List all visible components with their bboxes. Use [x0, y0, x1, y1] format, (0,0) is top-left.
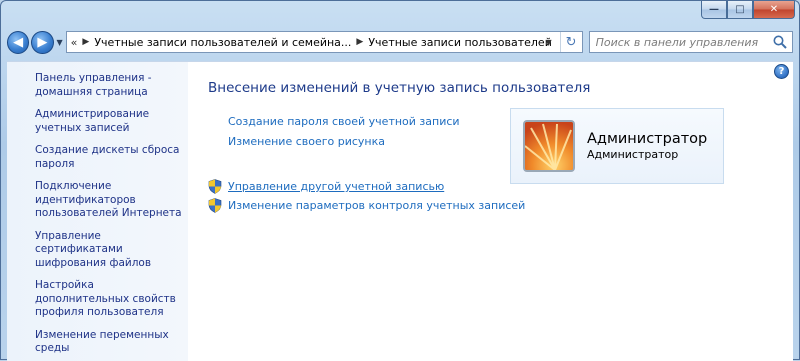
uac-shield-icon [208, 198, 222, 213]
breadcrumb-item-accounts[interactable]: Учетные записи пользователей [368, 36, 552, 49]
main-content: ? Внесение изменений в учетную запись по… [188, 61, 793, 361]
overflow-chevron-icon[interactable]: « [71, 36, 78, 49]
account-name: Администратор [587, 130, 708, 147]
avatar[interactable] [523, 120, 575, 172]
address-bar[interactable]: « ▶ Учетные записи пользователей и семей… [65, 31, 583, 53]
control-panel-window: — □ ✕ ◀ ▶ ▼ « ▶ Учетные записи пользоват… [0, 0, 800, 361]
create-password-link[interactable]: Создание пароля своей учетной записи [228, 115, 460, 128]
search-box [588, 31, 794, 53]
close-button[interactable]: ✕ [753, 1, 795, 19]
account-card: Администратор Администратор [510, 108, 724, 184]
sidebar-item-online-ids[interactable]: Подключение идентификаторов пользователе… [35, 180, 188, 221]
address-dropdown-icon[interactable]: ▼ [540, 32, 558, 52]
sidebar-item-control-panel-home[interactable]: Панель управления - домашняя страница [35, 72, 188, 99]
task-label: Управление другой учетной записью [228, 180, 445, 193]
minimize-button[interactable]: — [701, 1, 727, 19]
chevron-down-icon[interactable]: ▼ [57, 38, 63, 47]
sidebar-item-reset-disk[interactable]: Создание дискеты сброса пароля [35, 144, 188, 171]
forward-arrow-icon[interactable]: ▶ [31, 30, 54, 54]
sidebar-item-encryption-certs[interactable]: Управление сертификатами шифрования файл… [35, 230, 188, 271]
uac-settings-link[interactable]: Изменение параметров контроля учетных за… [208, 198, 525, 213]
maximize-button[interactable]: □ [727, 1, 753, 19]
flower-icon [525, 122, 573, 170]
navigation-bar: ◀ ▶ ▼ « ▶ Учетные записи пользователей и… [7, 29, 794, 55]
page-title: Внесение изменений в учетную запись поль… [208, 80, 591, 96]
search-input[interactable] [589, 32, 774, 52]
breadcrumb-separator-icon[interactable]: ▶ [356, 37, 363, 47]
manage-another-account-link[interactable]: Управление другой учетной записью [208, 179, 444, 194]
search-icon[interactable] [772, 34, 788, 50]
caption-buttons: — □ ✕ [701, 1, 795, 19]
breadcrumb-item-family[interactable]: Учетные записи пользователей и семейна..… [94, 36, 351, 49]
sidebar-item-profile-properties[interactable]: Настройка дополнительных свойств профиля… [35, 279, 188, 320]
uac-shield-icon [208, 179, 222, 194]
account-info: Администратор Администратор [587, 131, 707, 162]
help-icon[interactable]: ? [774, 64, 789, 79]
back-arrow-icon[interactable]: ◀ [7, 30, 30, 54]
sidebar-item-manage-accounts[interactable]: Администрирование учетных записей [35, 108, 188, 135]
breadcrumb-separator-icon[interactable]: ▶ [82, 37, 89, 47]
refresh-icon[interactable]: ↻ [559, 32, 582, 52]
sidebar: Панель управления - домашняя страница Ад… [7, 61, 188, 361]
task-label: Изменение параметров контроля учетных за… [228, 199, 526, 212]
sidebar-item-environment-variables[interactable]: Изменение переменных среды [35, 329, 188, 356]
account-role: Администратор [587, 147, 679, 161]
change-picture-link[interactable]: Изменение своего рисунка [228, 135, 385, 148]
